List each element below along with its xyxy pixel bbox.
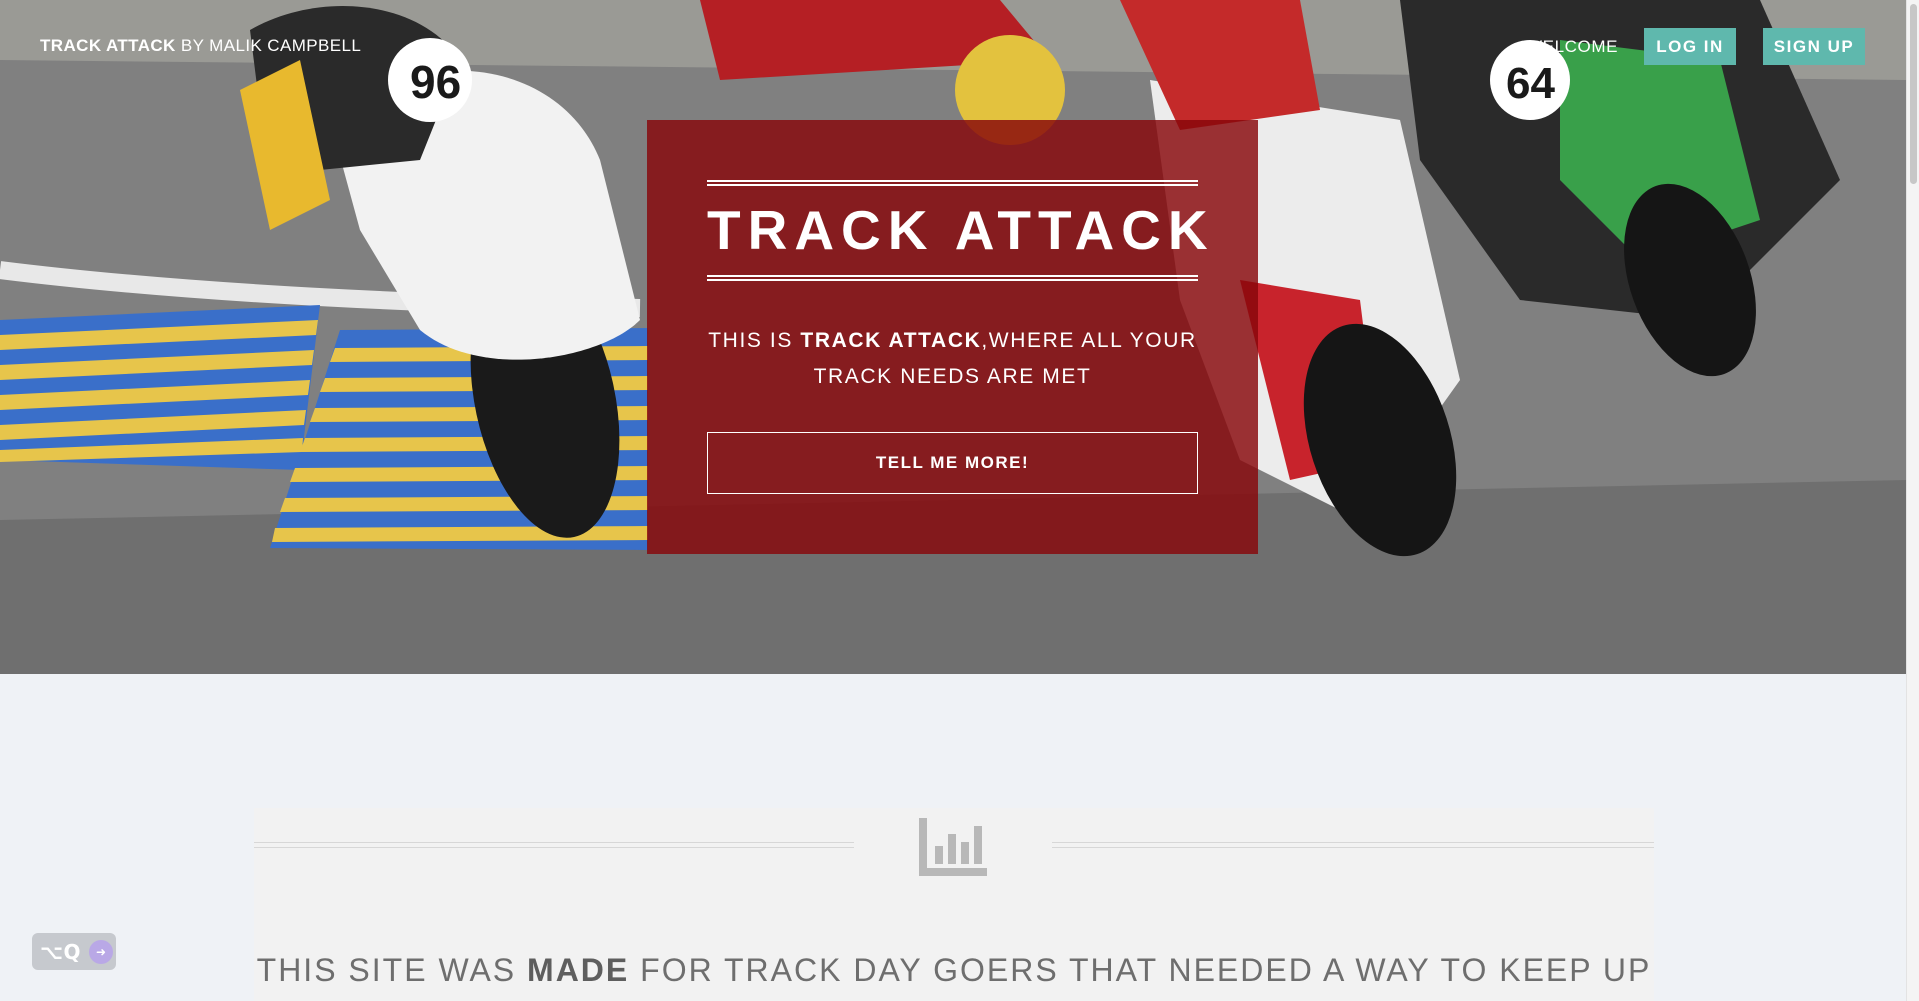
brand-logo[interactable]: TRACK ATTACK BY MALIK CAMPBELL <box>40 36 361 56</box>
svg-text:64: 64 <box>1506 59 1555 108</box>
hero-description: THIS IS TRACK ATTACK,WHERE ALL YOUR TRAC… <box>707 323 1198 395</box>
scrollbar[interactable] <box>1906 0 1919 1001</box>
title-rule-top <box>707 180 1198 186</box>
tell-me-more-button[interactable]: TELL ME MORE! <box>707 432 1198 494</box>
hero-card: TRACK ATTACK THIS IS TRACK ATTACK,WHERE … <box>647 120 1258 554</box>
login-button[interactable]: LOG IN <box>1644 28 1736 65</box>
about-text-prefix: THIS SITE WAS <box>256 952 528 988</box>
assistant-icon: ➜ <box>89 939 114 964</box>
divider-right <box>1052 842 1654 848</box>
hero-section: 96 64 TRACK ATTACK BY MALIK CAMPBELL WEL… <box>0 0 1906 674</box>
divider-left <box>254 842 854 848</box>
signup-button[interactable]: SIGN UP <box>1763 28 1865 65</box>
hero-desc-prefix: THIS IS <box>708 329 801 352</box>
brand-author: BY MALIK CAMPBELL <box>175 36 362 55</box>
shortcut-widget[interactable]: ⌥Q ➜ <box>32 933 116 970</box>
nav-welcome-link[interactable]: WELCOME <box>1526 37 1618 57</box>
hero-desc-bold: TRACK ATTACK <box>800 329 982 352</box>
bar-chart-icon <box>919 818 987 876</box>
svg-text:96: 96 <box>410 56 461 108</box>
hero-title: TRACK ATTACK <box>707 199 1215 261</box>
scrollbar-thumb[interactable] <box>1910 4 1917 184</box>
shortcut-key-label: ⌥Q <box>40 939 82 964</box>
page: 96 64 TRACK ATTACK BY MALIK CAMPBELL WEL… <box>0 0 1919 1001</box>
about-section: THIS SITE WAS MADE FOR TRACK DAY GOERS T… <box>254 808 1654 1001</box>
title-rule-bottom <box>707 275 1198 281</box>
about-text-suffix: FOR TRACK DAY GOERS THAT NEEDED A WAY TO… <box>629 952 1652 988</box>
about-text: THIS SITE WAS MADE FOR TRACK DAY GOERS T… <box>254 952 1654 989</box>
brand-name: TRACK ATTACK <box>40 36 176 55</box>
about-text-bold: MADE <box>527 952 630 988</box>
